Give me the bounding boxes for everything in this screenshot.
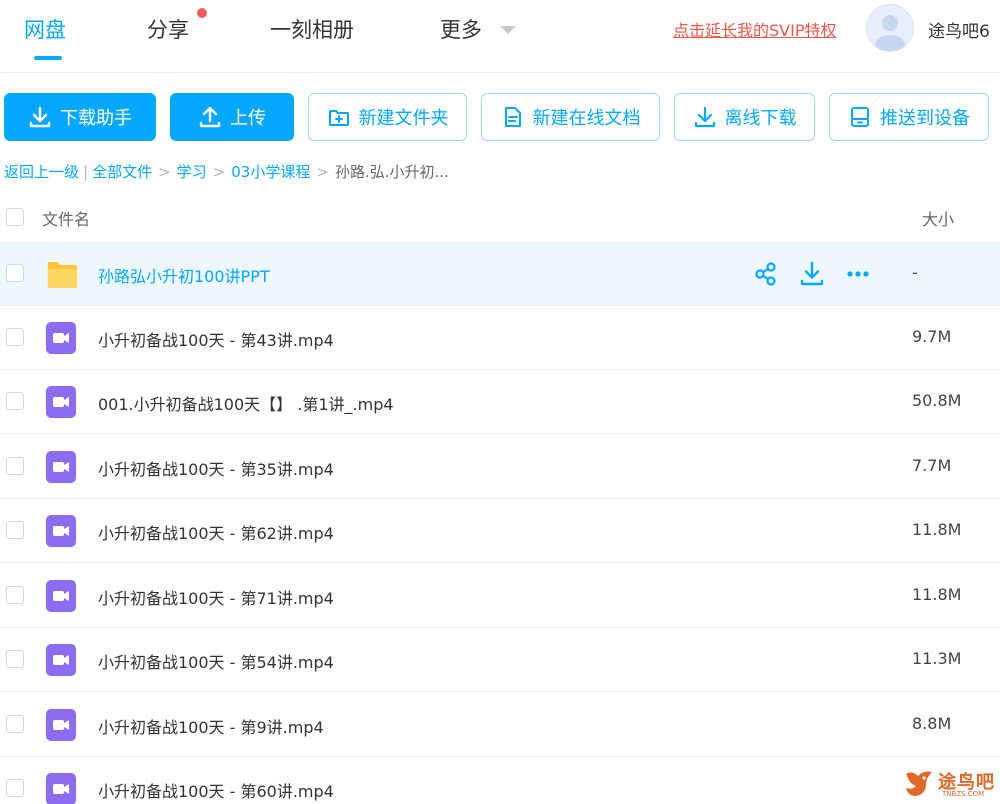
avatar-icon — [875, 15, 905, 51]
new-online-doc-label: 新建在线文档 — [532, 108, 641, 129]
upload-label: 上传 — [230, 108, 266, 129]
file-row[interactable]: 小升初备战100天 - 第43讲.mp4 9.7M — [0, 306, 1000, 370]
tab-album[interactable]: 一刻相册 — [270, 14, 354, 44]
row-checkbox[interactable] — [6, 715, 24, 733]
breadcrumb-study[interactable]: 学习 — [177, 163, 207, 181]
new-folder-label: 新建文件夹 — [358, 108, 449, 129]
file-row[interactable]: 小升初备战100天 - 第60讲.mp4 — [0, 757, 1000, 804]
file-name[interactable]: 小升初备战100天 - 第71讲.mp4 — [98, 585, 334, 609]
file-name[interactable]: 小升初备战100天 - 第9讲.mp4 — [98, 714, 324, 738]
offline-download-button[interactable]: 离线下载 — [674, 93, 815, 141]
new-folder-icon — [328, 110, 349, 126]
offline-download-label: 离线下载 — [724, 108, 797, 129]
video-file-icon — [46, 515, 76, 547]
row-checkbox[interactable] — [6, 586, 24, 604]
row-checkbox[interactable] — [6, 457, 24, 475]
netdisk-app: 网盘 分享 一刻相册 更多 点击延长我的SVIP特权 途鸟吧6 下载助手 上传 — [0, 0, 1000, 804]
row-checkbox[interactable] — [6, 779, 24, 797]
folder-icon — [47, 262, 78, 288]
device-icon — [851, 107, 869, 127]
breadcrumb-divider: | — [83, 163, 89, 181]
tab-netdisk[interactable]: 网盘 — [24, 14, 66, 44]
video-file-icon — [46, 386, 76, 418]
breadcrumb-separator: > — [158, 163, 171, 181]
file-name[interactable]: 001.小升初备战100天【】 .第1讲_.mp4 — [98, 391, 394, 415]
file-row[interactable]: 小升初备战100天 - 第54讲.mp4 11.3M — [0, 628, 1000, 692]
file-name[interactable]: 孙路弘小升初100讲PPT — [98, 263, 270, 287]
upload-icon — [199, 106, 221, 128]
breadcrumb-separator: > — [316, 163, 329, 181]
chevron-down-icon[interactable] — [500, 26, 516, 34]
row-checkbox[interactable] — [6, 521, 24, 539]
video-file-icon — [46, 451, 76, 483]
document-icon — [504, 107, 521, 127]
file-size: 7.7M — [912, 456, 952, 475]
column-header-size[interactable]: 大小 — [922, 206, 954, 230]
video-file-icon — [46, 580, 76, 612]
video-file-icon — [46, 644, 76, 676]
file-name[interactable]: 小升初备战100天 - 第60讲.mp4 — [98, 778, 334, 802]
watermark-subtext: TNBZS.COM — [942, 790, 985, 798]
username[interactable]: 途鸟吧6 — [928, 17, 1000, 42]
video-file-icon — [46, 322, 76, 354]
row-checkbox[interactable] — [6, 264, 24, 282]
svip-renew-link[interactable]: 点击延长我的SVIP特权 — [673, 17, 836, 41]
upload-button[interactable]: 上传 — [170, 93, 294, 141]
download-icon — [29, 106, 51, 128]
file-name[interactable]: 小升初备战100天 - 第35讲.mp4 — [98, 456, 334, 480]
breadcrumb-primary-course[interactable]: 03小学课程 — [231, 163, 310, 181]
row-checkbox[interactable] — [6, 328, 24, 346]
file-name[interactable]: 小升初备战100天 - 第43讲.mp4 — [98, 327, 334, 351]
avatar[interactable] — [866, 4, 914, 52]
file-name[interactable]: 小升初备战100天 - 第62讲.mp4 — [98, 520, 334, 544]
column-header-name[interactable]: 文件名 — [42, 206, 90, 230]
file-size: 11.8M — [912, 520, 962, 539]
video-file-icon — [46, 773, 76, 804]
file-size: 11.8M — [912, 585, 962, 604]
select-all-checkbox[interactable] — [6, 208, 24, 226]
back-link[interactable]: 返回上一级 — [4, 163, 79, 181]
breadcrumb-all-files[interactable]: 全部文件 — [92, 163, 152, 181]
row-checkbox[interactable] — [6, 650, 24, 668]
watermark-logo: 途鸟吧 TNBZS.COM — [902, 766, 998, 802]
file-row-folder[interactable]: 孙路弘小升初100讲PPT - — [0, 242, 1000, 306]
file-size: 9.7M — [912, 327, 952, 346]
share-icon[interactable] — [752, 260, 780, 288]
push-to-device-button[interactable]: 推送到设备 — [829, 93, 989, 141]
bird-logo-icon — [906, 771, 932, 796]
row-checkbox[interactable] — [6, 392, 24, 410]
file-row[interactable]: 小升初备战100天 - 第71讲.mp4 11.8M — [0, 564, 1000, 628]
active-tab-indicator — [34, 56, 62, 60]
file-size: 11.3M — [912, 649, 962, 668]
notification-dot — [197, 8, 207, 18]
file-row[interactable]: 小升初备战100天 - 第35讲.mp4 7.7M — [0, 435, 1000, 499]
breadcrumb-separator: > — [212, 163, 226, 181]
tab-share[interactable]: 分享 — [147, 14, 189, 44]
file-size: 50.8M — [912, 391, 962, 410]
download-helper-label: 下载助手 — [60, 108, 132, 129]
more-icon[interactable] — [844, 260, 872, 288]
breadcrumb: 返回上一级 | 全部文件 > 学习 >03小学课程 > 孙路.弘.小升初... — [4, 161, 449, 182]
file-row[interactable]: 小升初备战100天 - 第9讲.mp4 8.8M — [0, 693, 1000, 757]
file-size: - — [912, 263, 918, 282]
list-header: 文件名 大小 — [0, 193, 1000, 241]
file-size: 8.8M — [912, 714, 952, 733]
push-to-device-label: 推送到设备 — [880, 108, 970, 129]
offline-download-icon — [694, 106, 715, 128]
tab-more[interactable]: 更多 — [440, 14, 482, 44]
new-folder-button[interactable]: 新建文件夹 — [308, 93, 467, 141]
download-helper-button[interactable]: 下载助手 — [4, 93, 156, 141]
top-nav: 网盘 分享 一刻相册 更多 点击延长我的SVIP特权 途鸟吧6 — [0, 0, 1000, 73]
file-row[interactable]: 小升初备战100天 - 第62讲.mp4 11.8M — [0, 499, 1000, 563]
download-icon[interactable] — [798, 260, 826, 288]
file-name[interactable]: 小升初备战100天 - 第54讲.mp4 — [98, 649, 334, 673]
file-row[interactable]: 001.小升初备战100天【】 .第1讲_.mp4 50.8M — [0, 370, 1000, 434]
video-file-icon — [46, 709, 76, 741]
new-online-doc-button[interactable]: 新建在线文档 — [481, 93, 660, 141]
breadcrumb-current: 孙路.弘.小升初... — [334, 163, 449, 181]
